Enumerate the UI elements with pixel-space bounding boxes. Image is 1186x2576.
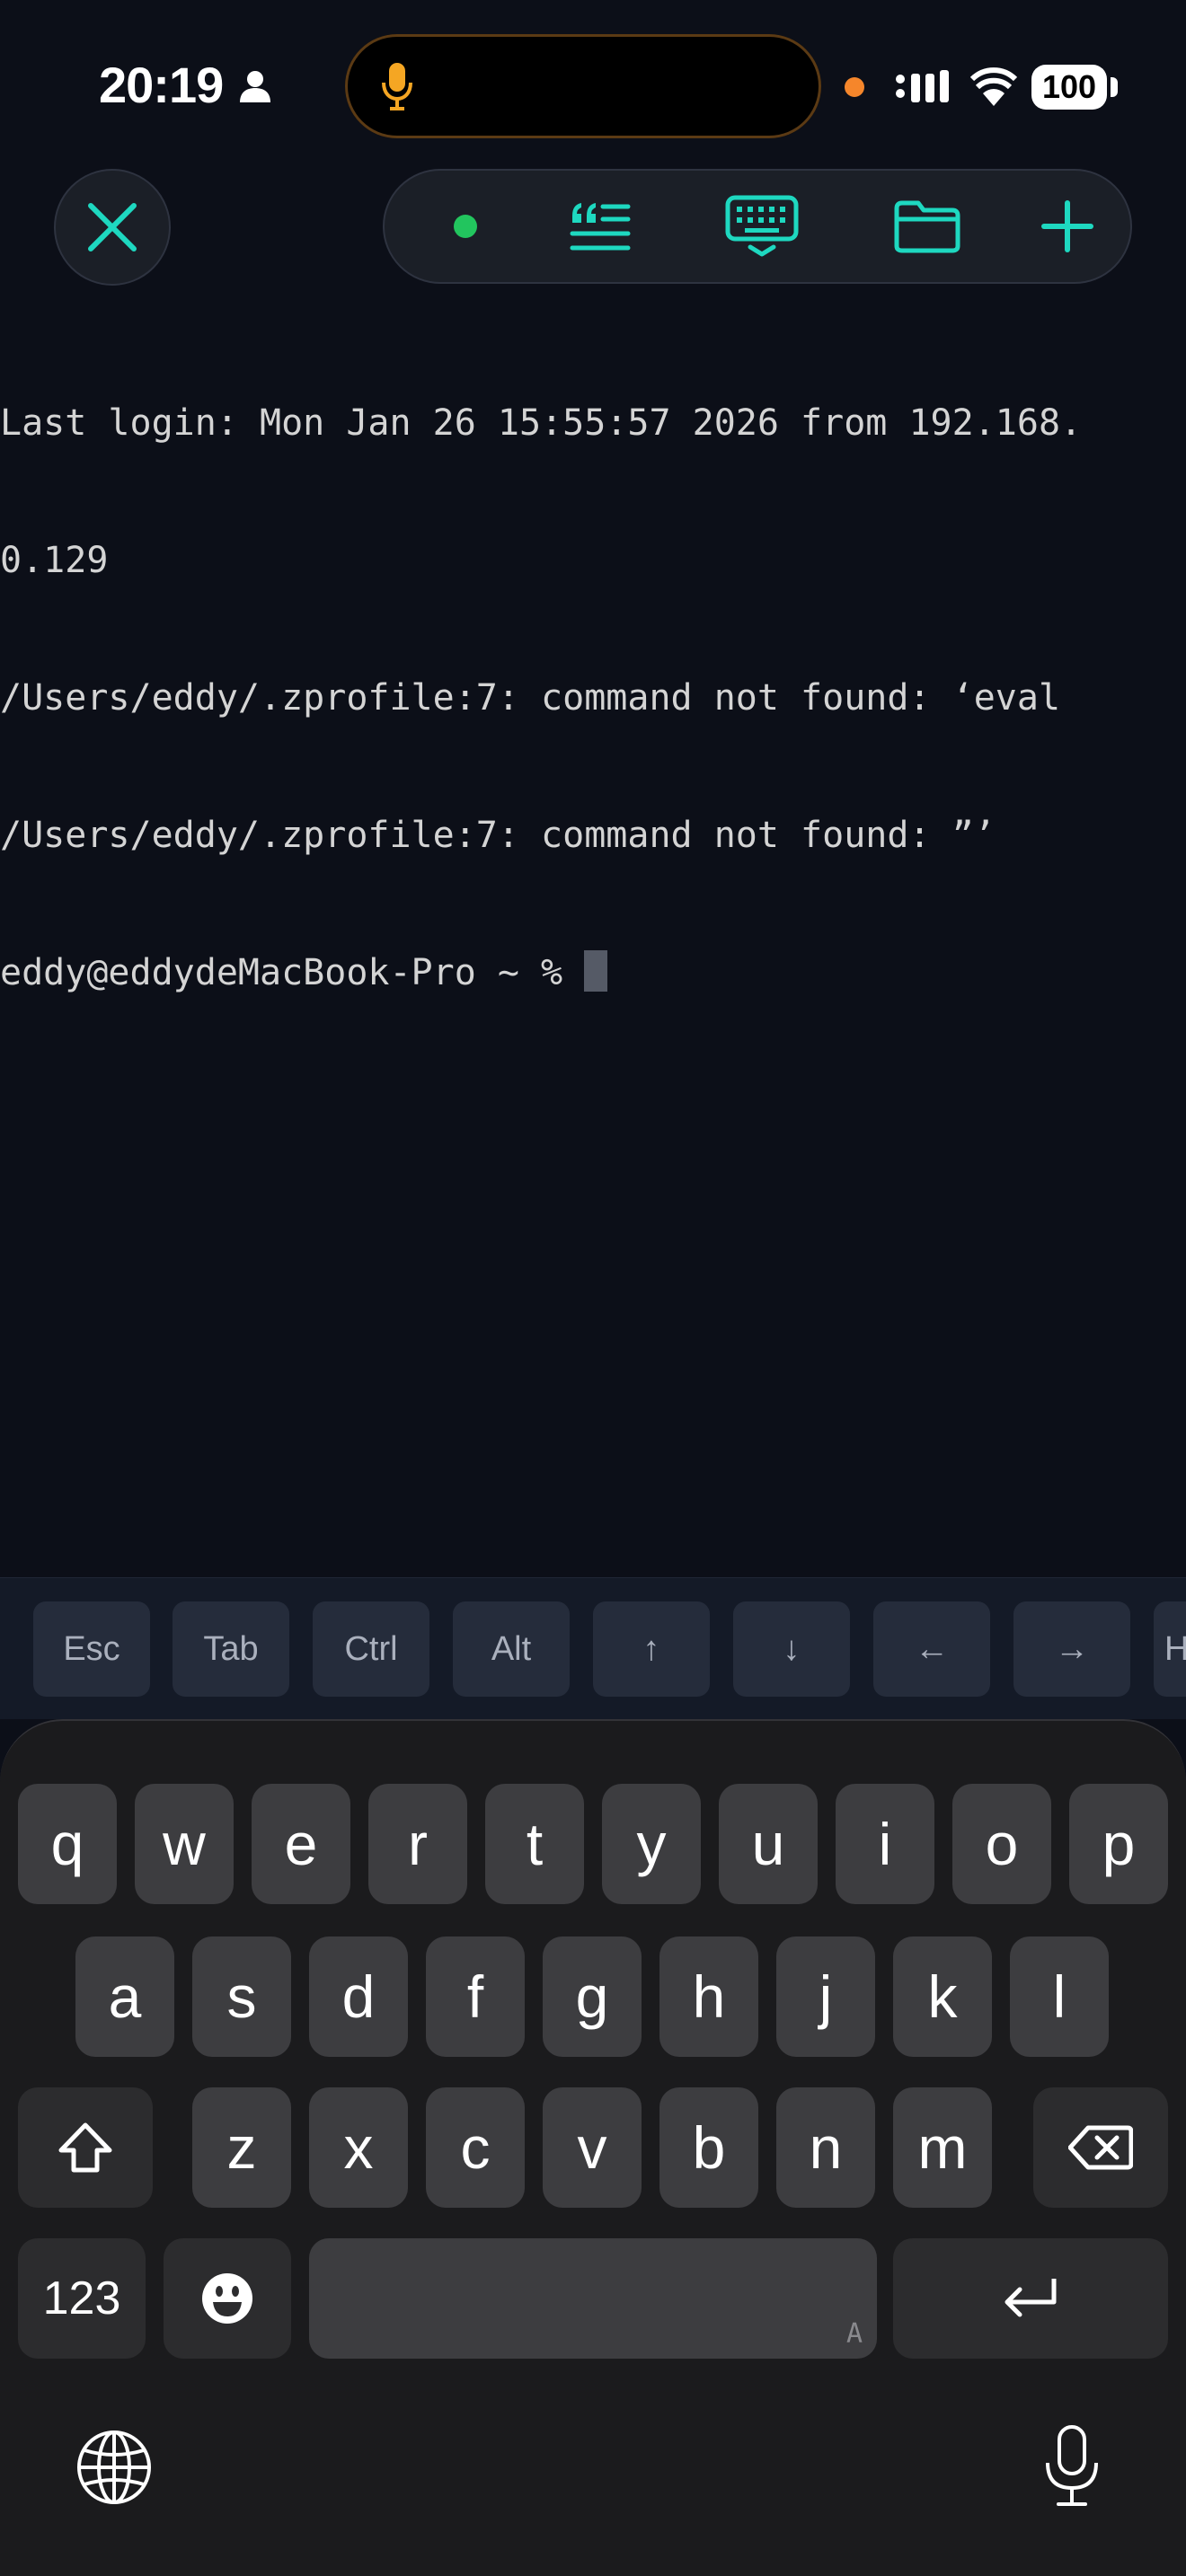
dynamic-island xyxy=(345,34,821,138)
key-w[interactable]: w xyxy=(135,1784,234,1904)
cellular-icon xyxy=(896,70,949,102)
key-l[interactable]: l xyxy=(1010,1936,1109,2057)
close-button[interactable] xyxy=(54,169,171,286)
space-key[interactable]: A xyxy=(309,2238,877,2359)
return-key[interactable] xyxy=(893,2238,1168,2359)
key-v[interactable]: v xyxy=(543,2087,642,2208)
emoji-icon xyxy=(202,2273,252,2324)
terminal-line: 0.129 xyxy=(0,540,109,581)
terminal-output[interactable]: Last login: Mon Jan 26 15:55:57 2026 fro… xyxy=(0,309,1186,1042)
key-r[interactable]: r xyxy=(368,1784,467,1904)
plus-icon xyxy=(1041,200,1093,252)
terminal-line: /Users/eddy/.zprofile:7: command not fou… xyxy=(0,815,996,856)
ctrl-key[interactable]: Ctrl xyxy=(313,1601,429,1697)
key-s[interactable]: s xyxy=(192,1936,291,2057)
key-y[interactable]: y xyxy=(602,1784,701,1904)
terminal-prompt: eddy@eddydeMacBook‐Pro ~ % xyxy=(0,952,585,993)
keyboard-icon xyxy=(725,195,799,257)
snippets-button[interactable] xyxy=(546,171,654,282)
globe-button[interactable] xyxy=(75,2429,153,2506)
key-f[interactable]: f xyxy=(426,1936,525,2057)
wifi-icon xyxy=(970,67,1017,106)
key-j[interactable]: j xyxy=(776,1936,875,2057)
orange-dot xyxy=(845,77,864,97)
return-icon xyxy=(1005,2279,1057,2317)
files-button[interactable] xyxy=(873,171,981,282)
key-k[interactable]: k xyxy=(893,1936,992,2057)
home-key[interactable]: H xyxy=(1154,1601,1186,1697)
key-z[interactable]: z xyxy=(192,2087,291,2208)
terminal-line: /Users/eddy/.zprofile:7: command not fou… xyxy=(0,677,1061,719)
shift-key[interactable] xyxy=(18,2087,153,2208)
dictation-button[interactable] xyxy=(1042,2423,1102,2510)
extra-keys-bar: Esc Tab Ctrl Alt ↑ ↓ ← → H xyxy=(0,1577,1186,1720)
backspace-key[interactable] xyxy=(1033,2087,1168,2208)
battery-icon: 100 xyxy=(1031,65,1107,110)
key-a[interactable]: a xyxy=(75,1936,174,2057)
arrow-up-key[interactable]: ↑ xyxy=(593,1601,710,1697)
key-o[interactable]: o xyxy=(952,1784,1051,1904)
mic-icon xyxy=(382,63,412,110)
keyboard-toggle-button[interactable] xyxy=(708,171,816,282)
key-c[interactable]: c xyxy=(426,2087,525,2208)
battery-tip xyxy=(1111,77,1118,97)
key-x[interactable]: x xyxy=(309,2087,408,2208)
key-q[interactable]: q xyxy=(18,1784,117,1904)
close-icon xyxy=(88,203,137,251)
key-m[interactable]: m xyxy=(893,2087,992,2208)
connection-status xyxy=(420,171,510,282)
terminal-prompt-line: eddy@eddydeMacBook‐Pro ~ % xyxy=(0,950,1186,996)
key-n[interactable]: n xyxy=(776,2087,875,2208)
connection-status-dot xyxy=(454,215,477,238)
shift-icon xyxy=(58,2122,112,2173)
toolbar xyxy=(383,169,1132,284)
terminal-line: Last login: Mon Jan 26 15:55:57 2026 fro… xyxy=(0,402,1083,444)
key-h[interactable]: h xyxy=(659,1936,758,2057)
arrow-left-key[interactable]: ← xyxy=(873,1601,990,1697)
key-u[interactable]: u xyxy=(719,1784,818,1904)
keyboard-panel: q w e r t y u i o p a s d f g h j k l z … xyxy=(0,1719,1186,2576)
arrow-down-key[interactable]: ↓ xyxy=(733,1601,850,1697)
emoji-key[interactable] xyxy=(164,2238,291,2359)
key-p[interactable]: p xyxy=(1069,1784,1168,1904)
key-t[interactable]: t xyxy=(485,1784,584,1904)
esc-key[interactable]: Esc xyxy=(33,1601,150,1697)
tab-key[interactable]: Tab xyxy=(173,1601,289,1697)
software-keyboard: q w e r t y u i o p a s d f g h j k l z … xyxy=(0,1719,1186,2576)
terminal-cursor xyxy=(584,950,608,992)
key-e[interactable]: e xyxy=(252,1784,350,1904)
person-icon xyxy=(240,71,270,102)
globe-icon xyxy=(77,2430,151,2504)
folder-icon xyxy=(894,200,960,253)
key-i[interactable]: i xyxy=(836,1784,934,1904)
key-g[interactable]: g xyxy=(543,1936,642,2057)
space-key-hint: A xyxy=(845,2318,863,2350)
snippets-icon xyxy=(570,203,631,251)
key-b[interactable]: b xyxy=(659,2087,758,2208)
status-time: 20:19 xyxy=(99,57,224,113)
new-session-button[interactable] xyxy=(1022,171,1112,282)
backspace-icon xyxy=(1068,2125,1133,2170)
dictation-mic-icon xyxy=(1046,2425,1098,2506)
key-d[interactable]: d xyxy=(309,1936,408,2057)
arrow-right-key[interactable]: → xyxy=(1013,1601,1130,1697)
alt-key[interactable]: Alt xyxy=(453,1601,570,1697)
numbers-key[interactable]: 123 xyxy=(18,2238,146,2359)
